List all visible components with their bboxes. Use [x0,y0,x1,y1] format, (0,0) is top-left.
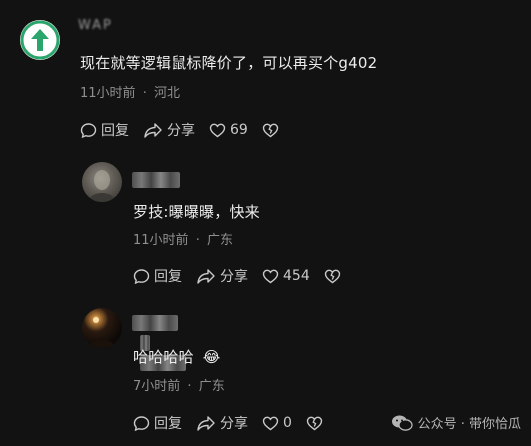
time: 11小时前 [133,233,189,248]
dark-photo-icon [88,317,116,348]
comment-text: 罗技:曝曝曝，快来 [133,203,260,221]
comment-text: 哈哈哈哈 😂 [133,348,221,366]
dislike-button[interactable] [306,415,327,432]
comment-meta: 7小时前 · 广东 [133,379,225,394]
share-button[interactable]: 分享 [196,266,248,286]
reply-icon [133,415,150,431]
username[interactable]: WAP [78,18,113,38]
comment-meta: 11小时前 · 河北 [80,86,180,101]
reply-button[interactable]: 回复 [133,413,182,433]
comment-actions: 回复 分享 454 [133,266,345,286]
like-count: 0 [283,415,292,431]
heart-icon [209,123,226,137]
time: 11小时前 [80,86,136,101]
reply-button[interactable]: 回复 [80,120,129,140]
arrow-up-logo-icon [20,20,60,60]
comment-text: 现在就等逻辑鼠标降价了，可以再买个g402 [80,54,378,72]
share-icon [197,415,215,431]
broken-heart-icon [306,416,323,430]
like-button[interactable]: 0 [262,415,292,432]
broken-heart-icon [262,123,279,137]
username[interactable] [132,172,180,192]
avatar[interactable] [20,20,60,60]
like-count: 69 [230,122,248,138]
location: 广东 [206,233,233,248]
avatar[interactable] [82,308,122,348]
username-redacted [132,315,178,331]
comment-actions: 回复 分享 0 [133,413,327,433]
wechat-icon [391,415,413,431]
like-button[interactable]: 69 [209,122,248,139]
like-button[interactable]: 454 [262,268,310,285]
comment-actions: 回复 分享 69 [80,120,283,140]
watermark: 公众号 · 带你恰瓜 [391,413,521,432]
dislike-button[interactable] [324,268,345,285]
heart-icon [262,269,279,283]
share-button[interactable]: 分享 [196,413,248,433]
time: 7小时前 [133,379,181,394]
reply-icon [133,268,150,284]
dislike-button[interactable] [262,122,283,139]
emoji: 😂 [202,348,221,366]
username-redacted [132,172,180,188]
heart-icon [262,416,279,430]
comment-meta: 11小时前 · 广东 [133,233,233,248]
avatar[interactable] [82,162,122,202]
person-photo-icon [88,170,116,202]
reply-icon [80,122,97,138]
location: 河北 [153,86,180,101]
share-icon [197,268,215,284]
share-button[interactable]: 分享 [143,120,195,140]
like-count: 454 [283,268,310,284]
username[interactable] [132,315,186,371]
broken-heart-icon [324,269,340,283]
reply-button[interactable]: 回复 [133,266,182,286]
location: 广东 [198,379,225,394]
share-icon [144,122,162,138]
